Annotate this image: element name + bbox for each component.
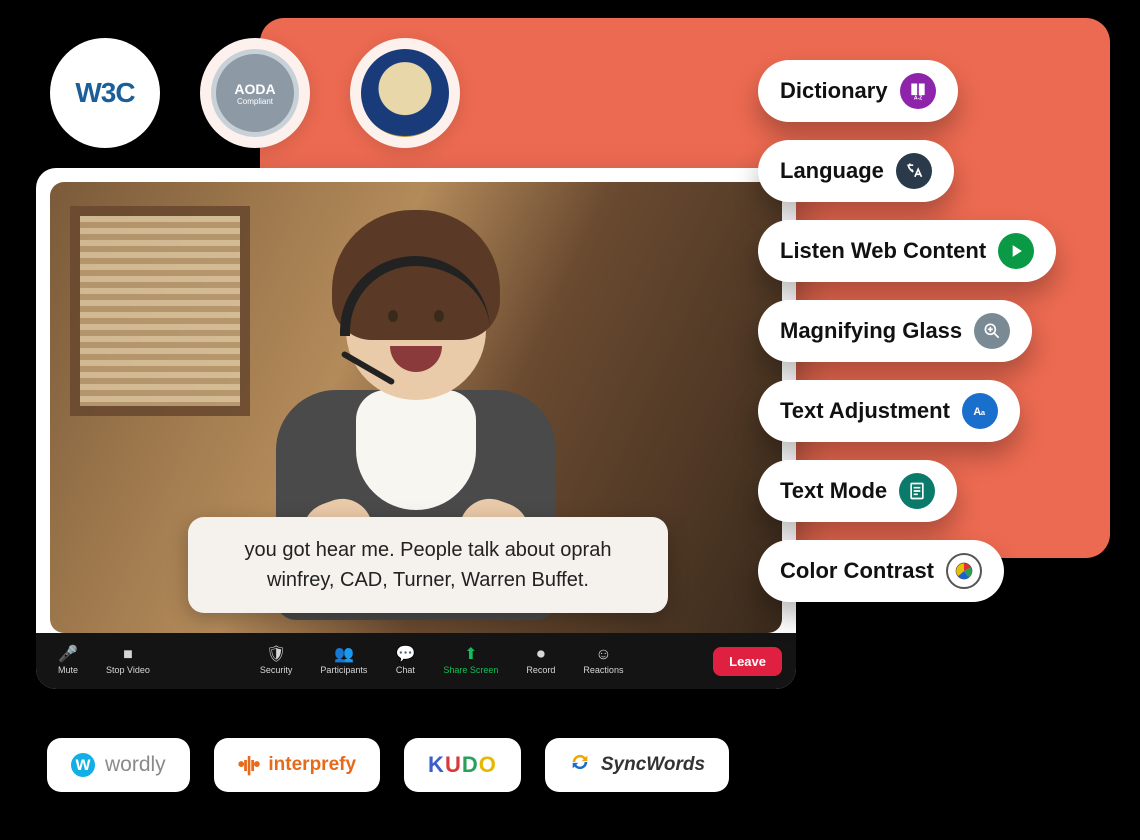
integration-interprefy[interactable]: •ı|ı• interprefy	[214, 738, 380, 792]
chat-button[interactable]: 💬 Chat	[387, 647, 423, 675]
integration-kudo[interactable]: KUDO	[404, 738, 521, 792]
people-icon: 👥	[334, 647, 354, 663]
integration-label: KUDO	[428, 752, 497, 778]
compliance-badge-row: W3C AODACompliant	[50, 38, 460, 148]
meeting-toolbar: 🎤 Mute ■ Stop Video 🛡 Security 👥 Participants 💬 C…	[36, 633, 796, 689]
svg-text:a: a	[981, 408, 986, 417]
share-icon: ⬆	[464, 647, 477, 663]
zoom-label: Record	[526, 665, 555, 675]
pill-dictionary[interactable]: Dictionary A-Z	[758, 60, 958, 122]
pill-label: Color Contrast	[780, 558, 934, 584]
aoda-badge: AODACompliant	[200, 38, 310, 148]
pill-label: Listen Web Content	[780, 238, 986, 264]
integration-label: SyncWords	[601, 754, 705, 776]
zoom-label: Mute	[58, 665, 78, 675]
pill-magnify[interactable]: Magnifying Glass	[758, 300, 1032, 362]
chat-icon: 💬	[395, 647, 415, 663]
play-icon	[998, 233, 1034, 269]
doj-seal-icon	[361, 49, 449, 137]
pill-text-mode[interactable]: Text Mode	[758, 460, 957, 522]
zoom-label: Security	[260, 665, 293, 675]
video-feed: you got hear me. People talk about oprah…	[50, 182, 782, 633]
pill-listen[interactable]: Listen Web Content	[758, 220, 1056, 282]
shield-icon: 🛡	[266, 647, 286, 663]
share-screen-button[interactable]: ⬆ Share Screen	[435, 647, 506, 675]
pill-label: Text Adjustment	[780, 398, 950, 424]
record-icon: ⏺	[537, 647, 545, 663]
text-aa-icon: Aa	[962, 393, 998, 429]
zoom-label: Share Screen	[443, 665, 498, 675]
zoom-label: Stop Video	[106, 665, 150, 675]
zoom-label: Chat	[396, 665, 415, 675]
integration-label: interprefy	[268, 754, 356, 776]
pill-contrast[interactable]: Color Contrast	[758, 540, 1004, 602]
pill-label: Magnifying Glass	[780, 318, 962, 344]
integration-row: wwordly •ı|ı• interprefy KUDO SyncWords	[47, 738, 729, 792]
pill-label: Text Mode	[780, 478, 887, 504]
pill-label: Language	[780, 158, 884, 184]
accessibility-tools-list: Dictionary A-Z Language Listen Web Content M…	[758, 60, 1056, 602]
aoda-seal-icon: AODACompliant	[211, 49, 299, 137]
record-button[interactable]: ⏺ Record	[518, 647, 563, 675]
pill-text-adjust[interactable]: Text Adjustment Aa	[758, 380, 1020, 442]
w3c-label: W3C	[75, 77, 134, 109]
svg-text:A-Z: A-Z	[913, 95, 921, 101]
translate-icon	[896, 153, 932, 189]
mute-button[interactable]: 🎤 Mute	[50, 647, 86, 675]
document-icon	[899, 473, 935, 509]
w3c-badge: W3C	[50, 38, 160, 148]
leave-button[interactable]: Leave	[713, 647, 782, 676]
zoom-label: Reactions	[583, 665, 623, 675]
doj-badge	[350, 38, 460, 148]
participants-button[interactable]: 👥 Participants	[312, 647, 375, 675]
integration-syncwords[interactable]: SyncWords	[545, 738, 729, 792]
pill-label: Dictionary	[780, 78, 888, 104]
microphone-icon: 🎤	[58, 647, 78, 663]
window-blinds-decor	[70, 206, 250, 416]
reactions-button[interactable]: ☺ Reactions	[575, 647, 631, 675]
video-conference-window: you got hear me. People talk about oprah…	[36, 168, 796, 689]
magnify-icon	[974, 313, 1010, 349]
book-icon: A-Z	[900, 73, 936, 109]
zoom-label: Participants	[320, 665, 367, 675]
camera-icon: ■	[123, 647, 133, 663]
integration-label: wordly	[105, 753, 166, 777]
palette-icon	[946, 553, 982, 589]
pill-language[interactable]: Language	[758, 140, 954, 202]
live-caption: you got hear me. People talk about oprah…	[188, 517, 668, 613]
interprefy-icon: •ı|ı•	[238, 754, 259, 777]
security-button[interactable]: 🛡 Security	[252, 647, 301, 675]
integration-wordly[interactable]: wwordly	[47, 738, 190, 792]
stop-video-button[interactable]: ■ Stop Video	[98, 647, 158, 675]
wordly-icon: w	[71, 753, 95, 777]
syncwords-icon	[569, 751, 591, 779]
smile-icon: ☺	[595, 647, 611, 663]
